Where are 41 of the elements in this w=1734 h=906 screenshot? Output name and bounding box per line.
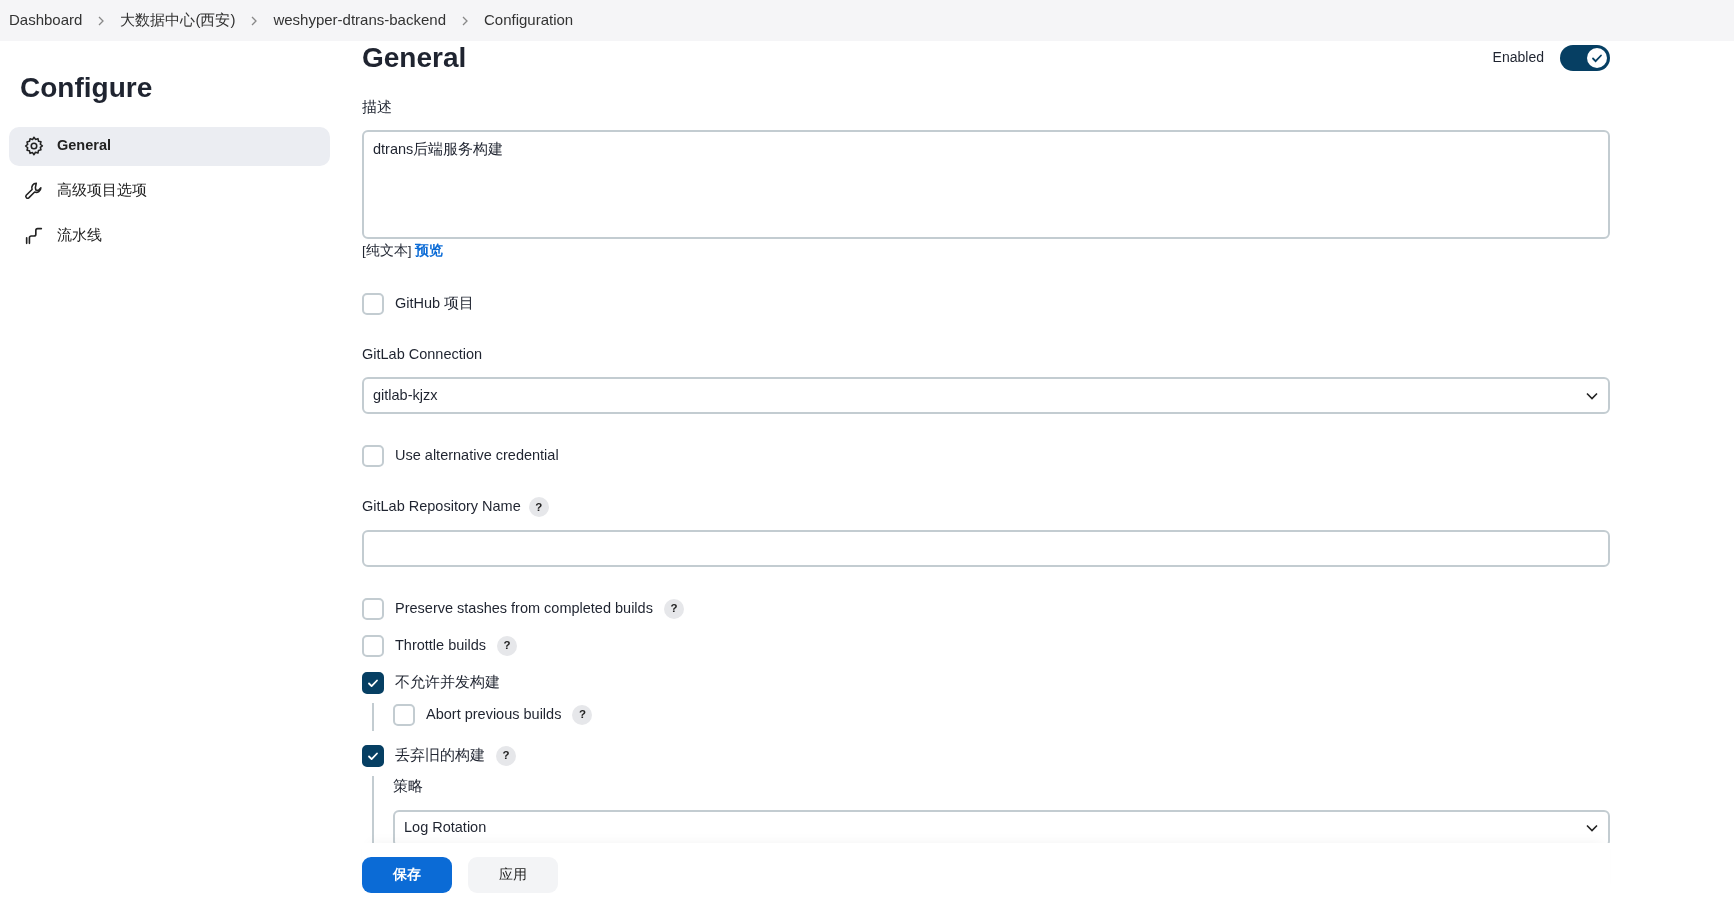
sidebar-item[interactable]: 高级项目选项 bbox=[9, 171, 330, 211]
checkbox-label: GitHub 项目 bbox=[395, 293, 475, 313]
section-title: General bbox=[362, 41, 467, 75]
field-label: 描述 bbox=[362, 97, 392, 117]
help-icon[interactable]: ? bbox=[497, 636, 518, 657]
toggle-label: Enabled bbox=[1492, 48, 1544, 68]
input-field[interactable] bbox=[362, 530, 1610, 568]
sidebar-item[interactable]: 流水线 bbox=[9, 216, 330, 256]
chevron-icon bbox=[460, 15, 470, 26]
help-icon[interactable]: ? bbox=[572, 705, 593, 726]
dropdown[interactable]: gitlab-kjzx bbox=[362, 377, 1610, 415]
field-label: 策略 bbox=[393, 777, 423, 797]
help-icon[interactable]: ? bbox=[528, 497, 549, 518]
checkbox[interactable] bbox=[362, 745, 384, 768]
checkbox-label: 不允许并发构建 bbox=[395, 673, 500, 693]
help-icon[interactable]: ? bbox=[496, 746, 516, 767]
help-icon[interactable]: ? bbox=[663, 599, 684, 620]
checkbox-label: 丢弃旧的构建 bbox=[395, 746, 485, 766]
description-field[interactable]: dtrans后端服务构建 bbox=[362, 130, 1610, 240]
enabled-toggle[interactable] bbox=[1560, 44, 1610, 71]
checkbox-label: Throttle builds bbox=[395, 636, 487, 656]
format-hint: [纯文本] bbox=[362, 243, 413, 259]
breadcrumb-link[interactable]: weshyper-dtrans-backend bbox=[273, 9, 446, 32]
checkbox[interactable] bbox=[362, 672, 384, 695]
field-label: GitLab Connection bbox=[362, 344, 483, 364]
breadcrumb-link[interactable]: 大数据中心(西安) bbox=[120, 9, 236, 32]
checkbox-label: Abort previous builds bbox=[426, 705, 562, 725]
apply-button[interactable]: 应用 bbox=[468, 856, 558, 893]
preview-link[interactable]: 预览 bbox=[415, 243, 444, 259]
dropdown[interactable]: Log Rotation bbox=[393, 809, 1610, 843]
breadcrumb-link[interactable]: Dashboard bbox=[9, 9, 83, 32]
checkbox-label: Preserve stashes from completed builds bbox=[395, 599, 653, 619]
gear-icon bbox=[23, 135, 45, 158]
check-icon bbox=[367, 677, 379, 690]
check-icon bbox=[367, 750, 379, 763]
field-label: GitLab Repository Name bbox=[362, 497, 521, 517]
breadcrumb-link[interactable]: Configuration bbox=[484, 9, 574, 32]
checkbox-label: Use alternative credential bbox=[395, 446, 559, 466]
save-button[interactable]: 保存 bbox=[362, 856, 452, 893]
page-title: Configure bbox=[20, 71, 154, 105]
sidebar-item[interactable]: General bbox=[9, 126, 330, 166]
